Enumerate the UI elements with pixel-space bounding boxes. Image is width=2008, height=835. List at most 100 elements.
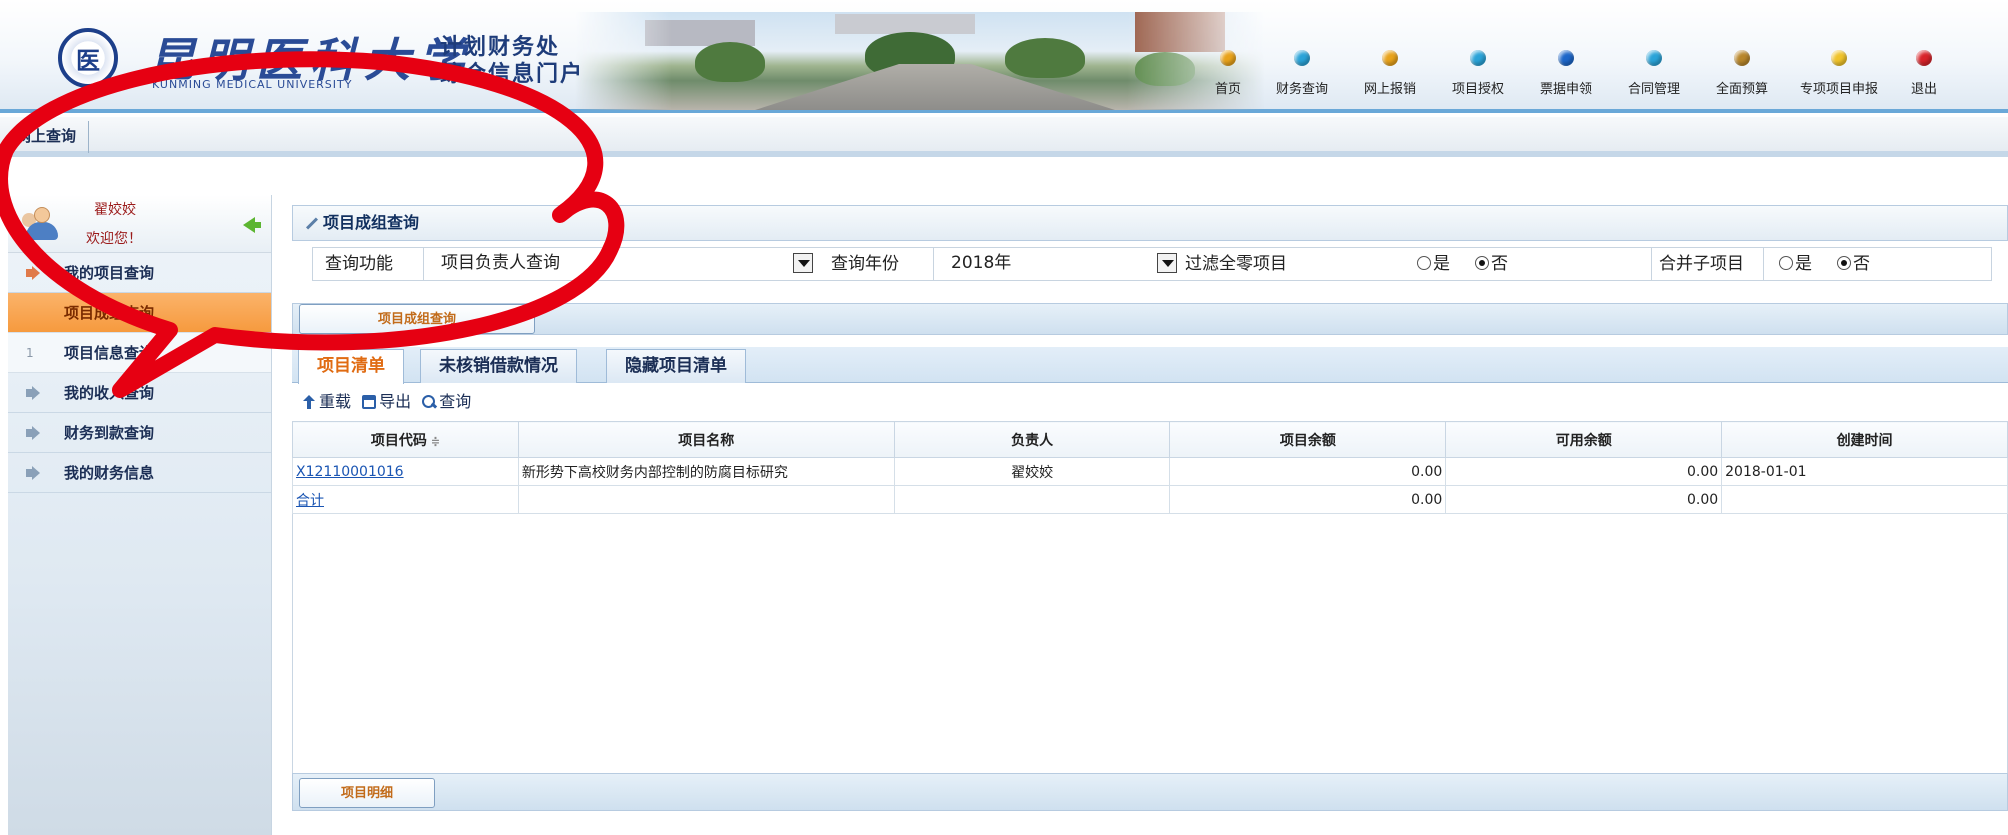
- nav-ball-icon: [1646, 50, 1662, 66]
- nav-ball-icon: [1734, 50, 1750, 66]
- sidebar: 翟姣姣 欢迎您！ 我的项目查询 项目成组查询 1 项目信息查询 我的收入查询 财务…: [8, 195, 272, 835]
- col-header-created[interactable]: 创建时间: [1721, 421, 2008, 458]
- nav-ball-icon: [1294, 50, 1310, 66]
- main-content: 项目成组查询 查询功能 项目负责人查询 查询年份 2018年 过滤全零项目 是 …: [292, 205, 2008, 835]
- nav-budget[interactable]: 全面预算: [1698, 20, 1786, 110]
- cell-total-label[interactable]: 合计: [292, 485, 519, 514]
- search-icon: [422, 395, 436, 409]
- sidebar-item-finance-info[interactable]: 我的财务信息: [8, 453, 271, 493]
- nav-ball-icon: [1470, 50, 1486, 66]
- tab-hidden-projects[interactable]: 隐藏项目清单: [606, 349, 746, 383]
- tab-unwritten-loans[interactable]: 未核销借款情况: [420, 349, 577, 383]
- filter-zero-yes-label: 是: [1433, 254, 1450, 274]
- user-box: 翟姣姣 欢迎您！: [8, 195, 271, 253]
- filter-zero-no-radio[interactable]: [1475, 256, 1489, 270]
- reload-icon: [302, 395, 316, 409]
- query-form: 查询功能 项目负责人查询 查询年份 2018年 过滤全零项目 是 否 合并子项目…: [312, 247, 1992, 281]
- col-header-code[interactable]: 项目代码 ≑: [292, 421, 519, 458]
- cell-balance: 0.00: [1169, 457, 1447, 486]
- printer-icon: [362, 395, 377, 409]
- tab-project-list[interactable]: 项目清单: [298, 349, 404, 384]
- sort-icon: ≑: [430, 434, 441, 448]
- sidebar-item-my-project[interactable]: 我的项目查询: [8, 253, 271, 293]
- col-header-owner[interactable]: 负责人: [893, 421, 1171, 458]
- avatar-icon: [22, 207, 62, 241]
- nav-ball-icon: [1220, 50, 1236, 66]
- nav-invoice-apply[interactable]: 票据申领: [1522, 20, 1610, 110]
- username: 翟姣姣: [94, 202, 136, 218]
- cell-total-balance: 0.00: [1169, 485, 1447, 514]
- nav-contract[interactable]: 合同管理: [1610, 20, 1698, 110]
- portal-title-line2: 综合信息门户: [440, 62, 585, 87]
- merge-sub-yes-label: 是: [1795, 254, 1812, 274]
- section-bar: 项目成组查询: [292, 303, 2008, 335]
- portal-title-line1: 计划财务处: [440, 35, 561, 60]
- pencil-icon: [303, 216, 319, 232]
- nav-ball-icon: [1916, 50, 1932, 66]
- grid-toolbar: 重载 导出 查询: [292, 387, 2008, 417]
- group-query-button[interactable]: 项目成组查询: [299, 304, 535, 334]
- col-header-available[interactable]: 可用余额: [1445, 421, 1723, 458]
- collapse-arrow-icon[interactable]: [243, 217, 261, 233]
- list-tabs: 项目清单 未核销借款情况 隐藏项目清单: [292, 347, 2008, 384]
- merge-sub-no-label: 否: [1853, 254, 1870, 274]
- chevron-down-icon: [1157, 253, 1177, 273]
- sidebar-subitem-info-query[interactable]: 1 项目信息查询: [8, 333, 271, 373]
- bottom-bar: 项目明细: [292, 773, 2008, 811]
- arrow-right-icon: [26, 426, 40, 440]
- tab-online-query[interactable]: 网上查询: [16, 121, 90, 153]
- university-seal-icon: 医: [58, 28, 118, 88]
- reload-button[interactable]: 重载: [302, 387, 351, 417]
- table-header-row: 项目代码 ≑ 项目名称 负责人 项目余额 可用余额 创建时间: [292, 421, 2008, 458]
- merge-sub-yes-radio[interactable]: [1779, 256, 1793, 270]
- merge-sub-label: 合并子项目: [1659, 254, 1744, 274]
- col-header-balance[interactable]: 项目余额: [1169, 421, 1447, 458]
- university-name-en: KUNMING MEDICAL UNIVERSITY: [152, 78, 353, 91]
- campus-banner-image: [575, 12, 1265, 110]
- tab-strip: 网上查询: [0, 117, 2008, 157]
- export-button[interactable]: 导出: [362, 387, 411, 417]
- project-detail-button[interactable]: 项目明细: [299, 778, 435, 808]
- arrow-right-icon: [26, 466, 40, 480]
- query-year-select[interactable]: 2018年: [941, 250, 1179, 278]
- filter-zero-no-label: 否: [1491, 254, 1508, 274]
- arrow-right-icon: [26, 266, 40, 280]
- nav-finance-query[interactable]: 财务查询: [1258, 20, 1346, 110]
- total-link[interactable]: 合计: [296, 493, 324, 509]
- table-total-row: 合计 0.00 0.00: [292, 485, 2008, 514]
- sidebar-subitem-group-query[interactable]: 项目成组查询: [8, 293, 271, 333]
- filter-zero-label: 过滤全零项目: [1185, 254, 1287, 274]
- cell-available: 0.00: [1445, 457, 1723, 486]
- portal-title: 计划财务处 综合信息门户: [440, 34, 584, 88]
- cell-code[interactable]: X12110001016: [292, 457, 519, 486]
- cell-name: 新形势下高校财务内部控制的防腐目标研究: [517, 457, 895, 486]
- nav-home[interactable]: 首页: [1198, 20, 1258, 110]
- query-function-label: 查询功能: [325, 254, 393, 274]
- cell-owner: 翟姣姣: [893, 457, 1171, 486]
- panel-title: 项目成组查询: [292, 205, 2008, 241]
- query-function-select[interactable]: 项目负责人查询: [431, 250, 815, 278]
- nav-special-project[interactable]: 专项项目申报: [1786, 20, 1892, 110]
- arrow-right-icon: [26, 386, 40, 400]
- filter-zero-yes-radio[interactable]: [1417, 256, 1431, 270]
- cell-total-available: 0.00: [1445, 485, 1723, 514]
- nav-ball-icon: [1831, 50, 1847, 66]
- search-button[interactable]: 查询: [422, 387, 471, 417]
- nav-ball-icon: [1382, 50, 1398, 66]
- chevron-down-icon: [793, 253, 813, 273]
- project-code-link[interactable]: X12110001016: [296, 464, 404, 480]
- nav-ball-icon: [1558, 50, 1574, 66]
- col-header-name[interactable]: 项目名称: [517, 421, 895, 458]
- sidebar-item-arrival[interactable]: 财务到款查询: [8, 413, 271, 453]
- header: 医 昆明医科大学 KUNMING MEDICAL UNIVERSITY 计划财务…: [0, 0, 2008, 113]
- welcome-text: 欢迎您！: [86, 231, 142, 247]
- nav-logout[interactable]: 退出: [1892, 20, 1956, 110]
- merge-sub-no-radio[interactable]: [1837, 256, 1851, 270]
- query-year-label: 查询年份: [831, 254, 899, 274]
- table-row[interactable]: X12110001016 新形势下高校财务内部控制的防腐目标研究 翟姣姣 0.0…: [292, 457, 2008, 486]
- nav-online-reimburse[interactable]: 网上报销: [1346, 20, 1434, 110]
- project-table: 项目代码 ≑ 项目名称 负责人 项目余额 可用余额 创建时间 X121100010…: [292, 421, 2008, 514]
- nav-project-auth[interactable]: 项目授权: [1434, 20, 1522, 110]
- top-nav: 首页 财务查询 网上报销 项目授权 票据申领 合同管理 全面预算 专项项目申报 …: [1198, 20, 1956, 110]
- sidebar-item-my-income[interactable]: 我的收入查询: [8, 373, 271, 413]
